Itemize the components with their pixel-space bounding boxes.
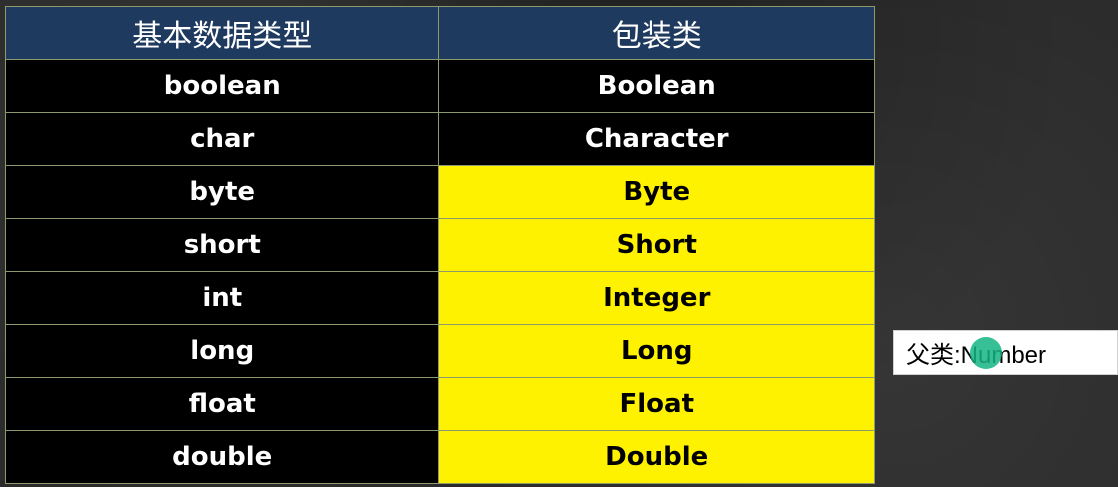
primitive-cell: char bbox=[4, 112, 440, 166]
table-row: float Float bbox=[4, 377, 875, 431]
primitive-cell: byte bbox=[4, 165, 440, 219]
header-primitive-types: 基本数据类型 bbox=[4, 6, 440, 60]
wrapper-cell-highlighted: Float bbox=[438, 377, 875, 431]
primitive-cell: boolean bbox=[4, 59, 440, 113]
parent-class-note: 父类:Number bbox=[893, 330, 1118, 375]
table-header-row: 基本数据类型 包装类 bbox=[4, 6, 875, 60]
wrapper-cell-highlighted: Short bbox=[438, 218, 875, 272]
table-row: int Integer bbox=[4, 271, 875, 325]
table-row: byte Byte bbox=[4, 165, 875, 219]
table-row: long Long bbox=[4, 324, 875, 378]
wrapper-cell-highlighted: Integer bbox=[438, 271, 875, 325]
wrapper-cell: Boolean bbox=[438, 59, 875, 113]
parent-class-note-text: 父类:Number bbox=[906, 342, 1047, 369]
primitive-wrapper-table: 基本数据类型 包装类 boolean Boolean char Characte… bbox=[4, 6, 875, 484]
primitive-cell: long bbox=[4, 324, 440, 378]
table-row: short Short bbox=[4, 218, 875, 272]
header-wrapper-classes: 包装类 bbox=[438, 6, 875, 60]
wrapper-cell: Character bbox=[438, 112, 875, 166]
wrapper-cell-highlighted: Double bbox=[438, 430, 875, 484]
table-row: char Character bbox=[4, 112, 875, 166]
primitive-cell: float bbox=[4, 377, 440, 431]
table-row: double Double bbox=[4, 430, 875, 484]
primitive-cell: double bbox=[4, 430, 440, 484]
table-row: boolean Boolean bbox=[4, 59, 875, 113]
primitive-cell: int bbox=[4, 271, 440, 325]
wrapper-cell-highlighted: Long bbox=[438, 324, 875, 378]
wrapper-cell-highlighted: Byte bbox=[438, 165, 875, 219]
primitive-cell: short bbox=[4, 218, 440, 272]
